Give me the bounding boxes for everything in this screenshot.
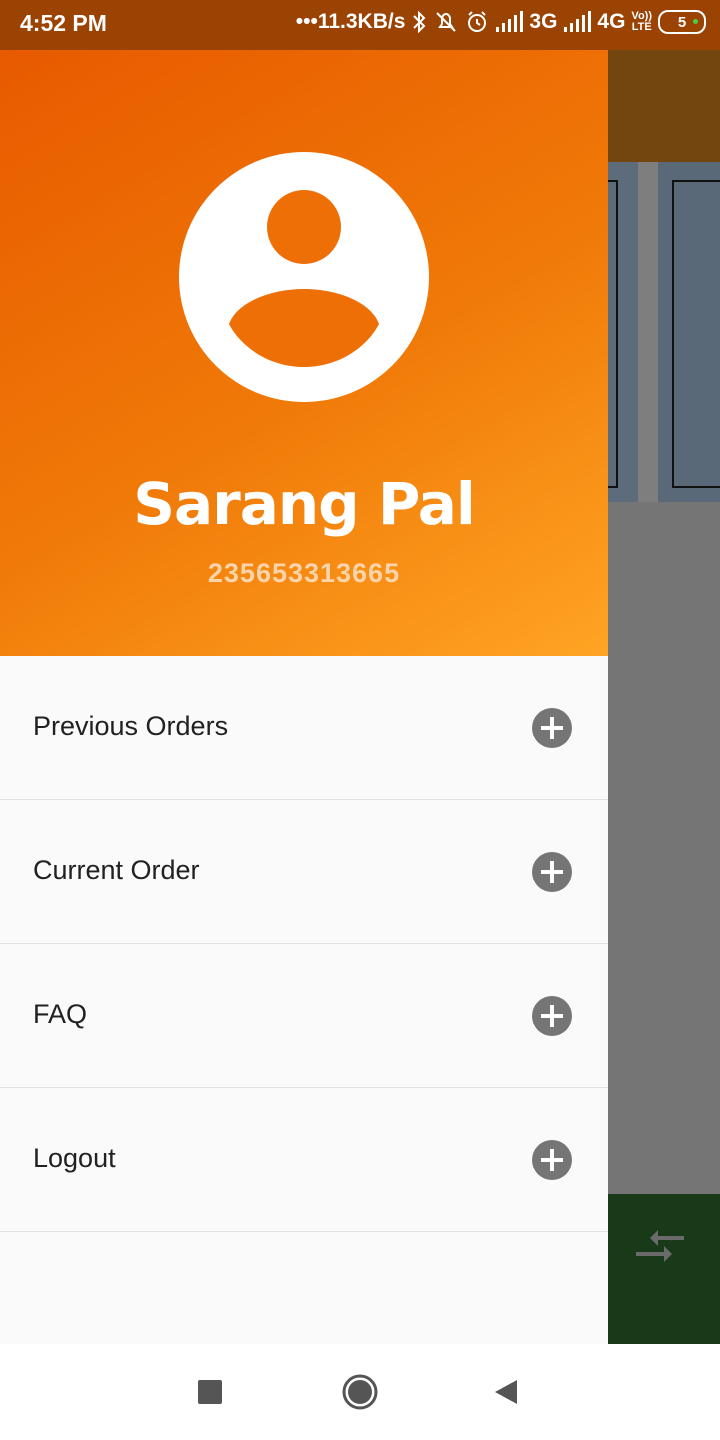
- plus-circle-icon[interactable]: [532, 852, 572, 892]
- signal-icon: [564, 11, 592, 32]
- home-button[interactable]: [340, 1372, 380, 1412]
- network-type-2: 4G: [597, 10, 626, 33]
- alarm-icon: [468, 11, 487, 32]
- notifications-off-icon: [436, 12, 457, 32]
- user-name: Sarang Pal: [133, 470, 476, 538]
- triangle-back-icon: [495, 1380, 517, 1404]
- network-speed: •••11.3KB/s: [295, 10, 406, 33]
- volte-icon: Vo)) LTE: [631, 10, 652, 33]
- menu-item-faq[interactable]: FAQ: [0, 944, 608, 1088]
- status-time: 4:52 PM: [20, 10, 107, 36]
- plus-circle-icon[interactable]: [532, 1140, 572, 1180]
- menu-item-logout[interactable]: Logout: [0, 1088, 608, 1232]
- status-bar: 4:52 PM •••11.3KB/s 3G 4G Vo)) LTE 5: [0, 0, 720, 50]
- network-type-1: 3G: [529, 10, 558, 33]
- navigation-drawer: Sarang Pal 235653313665 Previous Orders …: [0, 50, 608, 1344]
- menu-item-label: Previous Orders: [33, 711, 229, 741]
- account-avatar-icon: [179, 152, 429, 402]
- back-button[interactable]: [486, 1372, 526, 1412]
- menu-item-label: Logout: [33, 1143, 116, 1173]
- menu-item-label: FAQ: [33, 999, 88, 1029]
- compare-arrows-icon: [636, 1230, 684, 1262]
- menu-item-label: Current Order: [33, 855, 200, 885]
- plus-circle-icon[interactable]: [532, 708, 572, 748]
- signal-icon: [496, 11, 524, 32]
- square-icon: [198, 1380, 222, 1404]
- plus-circle-icon[interactable]: [532, 996, 572, 1036]
- battery-level: 5: [677, 13, 687, 31]
- background-action-panel: [600, 1194, 720, 1344]
- drawer-header: Sarang Pal 235653313665: [0, 50, 608, 656]
- drawer-menu: Previous Orders Current Order FAQ Logout: [0, 656, 608, 1232]
- system-navigation-bar: [0, 1344, 720, 1440]
- battery-icon: 5: [658, 10, 706, 34]
- user-phone-number: 235653313665: [207, 558, 401, 588]
- background-card: [658, 162, 720, 502]
- bluetooth-icon: [413, 10, 426, 34]
- menu-item-current-order[interactable]: Current Order: [0, 800, 608, 944]
- circle-icon: [342, 1374, 378, 1410]
- menu-item-previous-orders[interactable]: Previous Orders: [0, 656, 608, 800]
- recent-apps-button[interactable]: [190, 1372, 230, 1412]
